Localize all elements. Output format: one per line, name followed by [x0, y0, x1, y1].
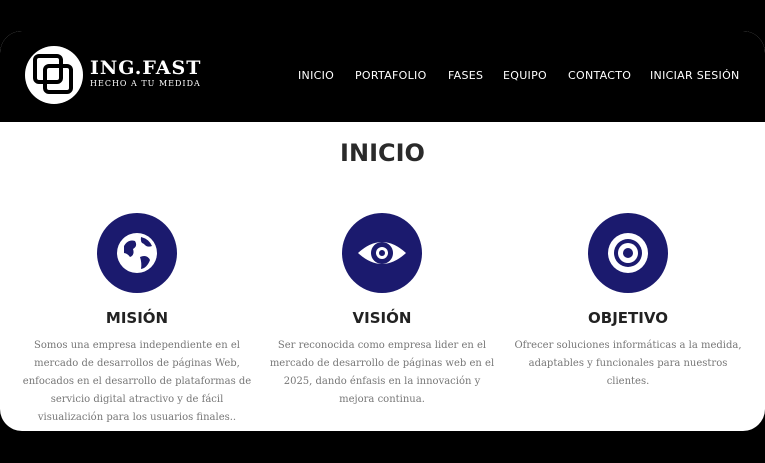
vision-title: VISIÓN	[352, 309, 412, 327]
nav-contacto[interactable]: CONTACTO	[568, 69, 631, 82]
nav-iniciar-sesion[interactable]: INICIAR SESIÓN	[650, 69, 740, 82]
vision-text: Ser reconocida como empresa lider en el …	[269, 340, 495, 405]
objective-title: OBJETIVO	[588, 309, 668, 327]
target-icon	[588, 213, 668, 293]
brand-tagline: HECHO A TU MEDIDA	[90, 79, 201, 88]
section-title: INICIO	[340, 139, 425, 167]
mission-text: Somos una empresa independiente en el me…	[22, 340, 252, 423]
nav-portafolio[interactable]: PORTAFOLIO	[355, 69, 427, 82]
eye-icon	[342, 213, 422, 293]
navbar: ING.FAST HECHO A TU MEDIDA INICIO PORTAF…	[0, 31, 765, 122]
mission-title: MISIÓN	[105, 309, 169, 327]
globe-icon	[97, 213, 177, 293]
logo-icon[interactable]	[25, 46, 83, 104]
brand-name[interactable]: ING.FAST	[90, 58, 201, 78]
nav-equipo[interactable]: EQUIPO	[503, 69, 547, 82]
nav-inicio[interactable]: INICIO	[298, 69, 334, 82]
objective-text: Ofrecer soluciones informáticas a la med…	[514, 340, 742, 387]
page-frame: ING.FAST HECHO A TU MEDIDA INICIO PORTAF…	[0, 31, 765, 431]
nav-fases[interactable]: FASES	[448, 69, 483, 82]
